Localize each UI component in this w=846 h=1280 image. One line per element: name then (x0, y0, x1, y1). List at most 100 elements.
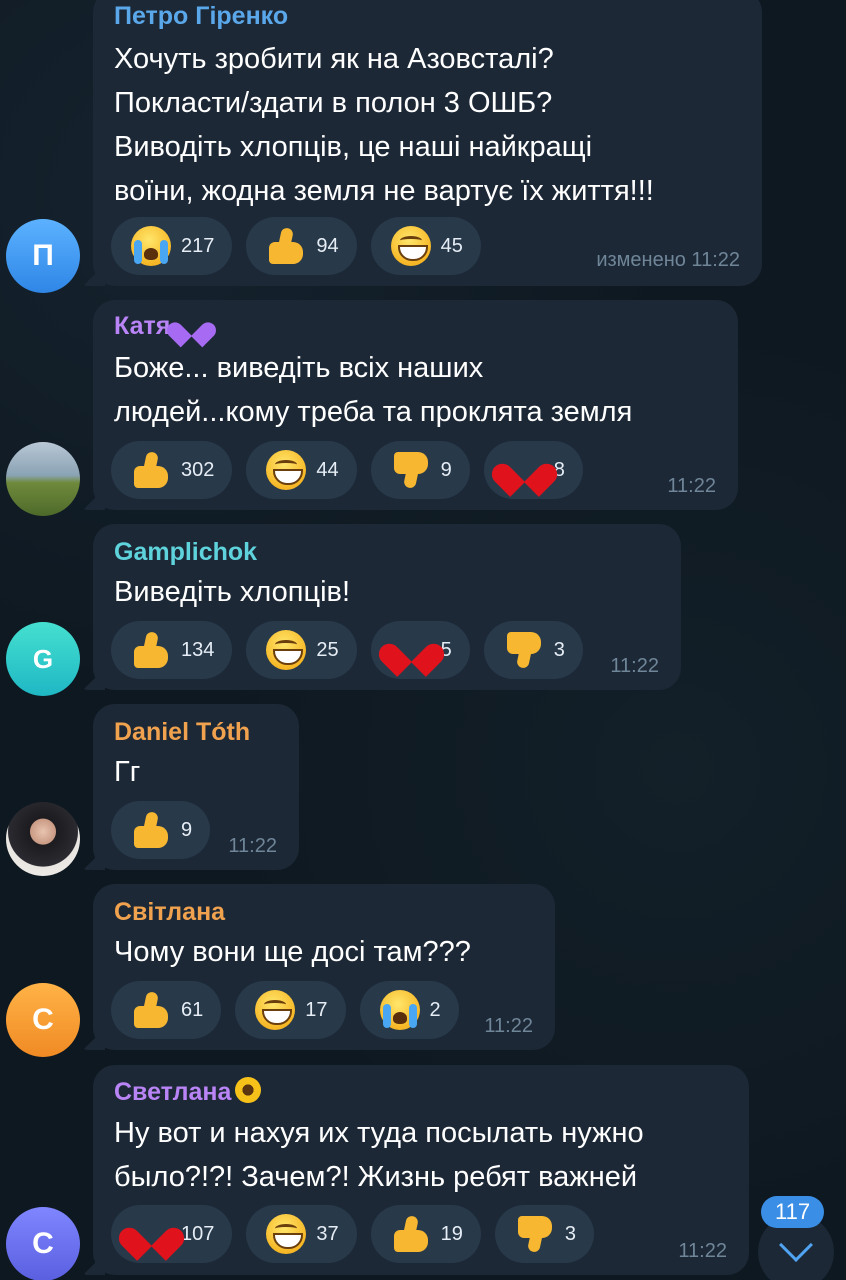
message-time: 11:22 (228, 835, 277, 857)
sunflower-icon (235, 1077, 262, 1103)
red-heart-icon (391, 630, 431, 670)
reaction-count: 217 (181, 234, 215, 257)
reaction-chip[interactable]: 217 (111, 217, 233, 275)
reaction-chip[interactable]: 17 (235, 981, 346, 1039)
reaction-count: 19 (440, 1222, 463, 1245)
reaction-count: 61 (181, 998, 204, 1021)
avatar-initial: G (32, 643, 54, 674)
avatar[interactable] (6, 442, 80, 516)
reaction-chip[interactable]: 8 (483, 441, 583, 499)
bubble-tail (83, 848, 105, 870)
reaction-chip[interactable]: 44 (246, 441, 357, 499)
red-heart-icon (131, 1214, 171, 1254)
avatar[interactable]: П (6, 219, 80, 293)
reaction-count: 94 (316, 234, 339, 257)
reactions: 61 17 2 (111, 981, 459, 1039)
reaction-count: 17 (305, 998, 328, 1021)
thumbs-up-icon (131, 810, 171, 850)
grinning-face-icon (390, 226, 431, 266)
thumbs-up-icon (266, 226, 306, 266)
reaction-count: 2 (429, 998, 441, 1021)
message-bubble[interactable]: Петро Гіренко Хочуть зробити як на Азовс… (83, 0, 762, 286)
reaction-count: 134 (181, 638, 215, 661)
reaction-chip[interactable]: 302 (111, 441, 233, 499)
reaction-chip[interactable]: 5 (370, 621, 470, 679)
chevron-down-icon (779, 1228, 813, 1262)
author-name[interactable]: Daniel Tóth (114, 718, 250, 747)
thumbs-up-icon (131, 630, 171, 670)
reaction-count: 45 (440, 234, 463, 257)
grinning-face-icon (266, 630, 307, 670)
crying-face-icon (131, 226, 171, 266)
message-bubble[interactable]: Катя Боже... виведіть всіх наших людей..… (83, 300, 738, 510)
reactions: 9 (111, 801, 211, 859)
reaction-chip[interactable]: 9 (370, 441, 470, 499)
thumbs-up-icon (131, 450, 171, 490)
reaction-count: 37 (316, 1222, 339, 1245)
avatar[interactable]: С (6, 983, 80, 1057)
reaction-count: 44 (316, 458, 339, 481)
message-time: 11:22 (678, 1240, 727, 1262)
reaction-chip[interactable]: 19 (370, 1205, 481, 1263)
reaction-count: 9 (440, 458, 452, 481)
grinning-face-icon (266, 450, 307, 490)
message-time: 11:22 (610, 655, 659, 677)
author-name[interactable]: Петро Гіренко (114, 2, 288, 31)
grinning-face-icon (255, 990, 296, 1030)
message-text: Хочуть зробити як на Азовсталі? Покласти… (114, 43, 654, 207)
bubble-tail (83, 264, 105, 286)
author-name[interactable]: Катя (114, 312, 206, 341)
unread-count-badge: 117 (761, 1196, 825, 1228)
message-bubble[interactable]: Светлана Ну вот и нахуя их туда посылать… (83, 1065, 749, 1275)
reaction-count: 25 (316, 638, 339, 661)
reaction-count: 107 (181, 1222, 215, 1245)
bubble-tail (83, 668, 105, 690)
avatar-initial: С (32, 1003, 54, 1036)
message-text: Виведіть хлопців! (114, 576, 351, 608)
message-bubble[interactable]: Daniel Tóth Гг 9 11:22 (83, 704, 299, 870)
crying-face-icon (379, 990, 420, 1030)
message-text: Ну вот и нахуя их туда посылать нужно бы… (114, 1117, 644, 1193)
avatar[interactable]: G (6, 622, 80, 696)
purple-heart-icon (176, 312, 206, 338)
thumbs-down-icon (391, 450, 431, 490)
bubble-tail (83, 1253, 105, 1275)
message-text: Гг (114, 756, 141, 788)
avatar[interactable]: С (6, 1207, 80, 1280)
avatar[interactable] (6, 802, 80, 876)
reactions: 134 25 5 3 (111, 621, 583, 679)
reaction-count: 302 (181, 458, 215, 481)
reaction-chip[interactable]: 61 (111, 981, 222, 1039)
thumbs-up-icon (131, 990, 171, 1030)
reaction-count: 3 (564, 1222, 576, 1245)
reaction-chip[interactable]: 94 (246, 217, 357, 275)
reaction-chip[interactable]: 9 (111, 801, 211, 859)
reaction-chip[interactable]: 107 (111, 1205, 233, 1263)
red-heart-icon (504, 450, 544, 490)
author-name[interactable]: Світлана (114, 898, 225, 927)
reaction-chip[interactable]: 3 (483, 621, 583, 679)
reaction-chip[interactable]: 134 (111, 621, 233, 679)
reaction-chip[interactable]: 37 (246, 1205, 357, 1263)
chat-view: П Петро Гіренко Хочуть зробити як на Азо… (0, 0, 846, 1280)
author-name-text: Светлана (114, 1078, 232, 1106)
message-time: 11:22 (484, 1015, 533, 1037)
author-name-text: Катя (114, 312, 171, 340)
author-name[interactable]: Светлана (114, 1077, 262, 1107)
message-time: изменено 11:22 (596, 249, 740, 271)
reaction-chip[interactable]: 3 (494, 1205, 594, 1263)
avatar-initial: П (32, 239, 54, 272)
message-bubble[interactable]: Gamplichok Виведіть хлопців! 134 25 5 3 (83, 524, 681, 690)
reaction-chip[interactable]: 45 (370, 217, 481, 275)
thumbs-down-icon (504, 630, 544, 670)
reaction-chip[interactable]: 25 (246, 621, 357, 679)
thumbs-up-icon (391, 1214, 431, 1254)
author-name[interactable]: Gamplichok (114, 538, 257, 567)
message-time: 11:22 (667, 475, 716, 497)
reactions: 217 94 45 (111, 217, 481, 275)
reactions: 107 37 19 3 (111, 1205, 594, 1263)
bubble-tail (83, 1028, 105, 1050)
reaction-chip[interactable]: 2 (359, 981, 459, 1039)
message-bubble[interactable]: Світлана Чому вони ще досі там??? 61 17 … (83, 884, 555, 1050)
avatar-initial: С (32, 1227, 54, 1260)
